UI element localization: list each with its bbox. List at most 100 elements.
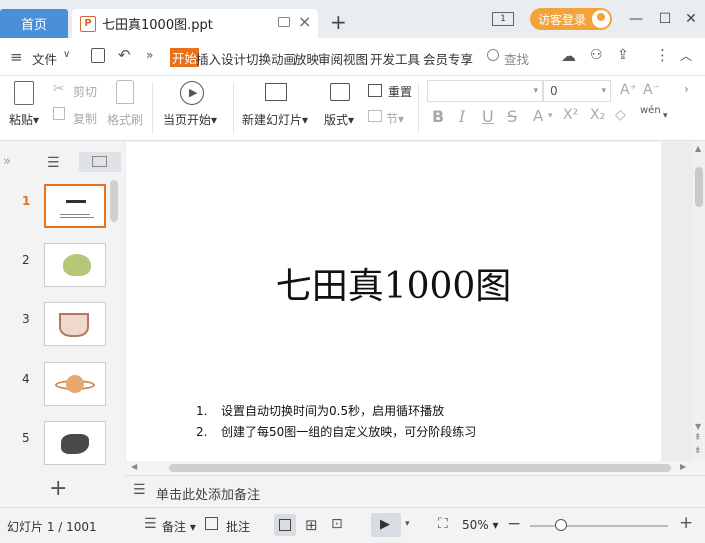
strikethrough-icon[interactable]: S	[507, 107, 517, 126]
bold-icon[interactable]: B	[432, 107, 444, 126]
outline-view-icon[interactable]: ☰	[47, 155, 60, 171]
tab-review[interactable]: 审阅	[318, 49, 343, 68]
reset-icon[interactable]	[368, 84, 382, 97]
tab-slideshow[interactable]: 放映	[294, 49, 319, 68]
fit-window-icon[interactable]: ⛶	[438, 516, 448, 532]
slide-thumbnail-1[interactable]	[44, 184, 106, 228]
vertical-scrollbar[interactable]: ▲ ▼ ⇞ ⇟	[693, 142, 705, 461]
reset-button[interactable]: 重置	[388, 83, 412, 100]
minimize-icon[interactable]: —	[625, 8, 647, 30]
guest-login-button[interactable]: 访客登录	[530, 8, 612, 30]
comment-icon[interactable]	[205, 517, 218, 530]
slide-canvas[interactable]: 七田真1000图 1. 设置自动切换时间为0.5秒，启用循环播放 2. 创建了每50…	[126, 142, 661, 461]
horizontal-scroll-thumb[interactable]	[169, 464, 671, 472]
next-slide-icon[interactable]: ⇟	[694, 446, 702, 456]
shrink-font-icon[interactable]: A⁻	[643, 82, 660, 98]
hamburger-icon[interactable]: ≡	[10, 48, 23, 66]
close-tab-icon[interactable]: ×	[298, 12, 311, 31]
grow-font-icon[interactable]: A⁺	[620, 82, 637, 98]
search-label[interactable]: 查找	[504, 49, 529, 68]
layout-button[interactable]: 版式▾	[324, 111, 354, 128]
subscript-icon[interactable]: X₂	[590, 107, 605, 123]
cloud-icon[interactable]: ☁	[561, 47, 576, 65]
chevron-down-icon[interactable]: ▾	[548, 111, 553, 121]
superscript-icon[interactable]: X²	[563, 107, 578, 123]
eraser-icon[interactable]: ◇	[615, 107, 626, 123]
save-icon[interactable]	[91, 48, 105, 63]
layout-icon[interactable]	[330, 83, 350, 101]
notes-toggle-button[interactable]: 备注 ▾	[162, 518, 196, 535]
section-button[interactable]: 节▾	[386, 110, 404, 127]
cut-button[interactable]: 剪切	[73, 83, 97, 100]
chevron-down-icon[interactable]: ▾	[405, 519, 410, 529]
copy-button[interactable]: 复制	[73, 110, 97, 127]
scroll-ribbon-right-icon[interactable]: ›	[684, 82, 689, 96]
slide-thumbnail-4[interactable]	[44, 362, 106, 406]
horizontal-scrollbar[interactable]: ◀ ▶	[125, 461, 693, 475]
slide-thumbnail-5[interactable]	[44, 421, 106, 465]
prev-slide-icon[interactable]: ⇞	[694, 433, 702, 443]
chevron-down-icon[interactable]: ▾	[663, 111, 668, 121]
slide-body[interactable]: 1. 设置自动切换时间为0.5秒，启用循环播放 2. 创建了每50图一组的自定义放映…	[196, 401, 476, 443]
new-tab-button[interactable]: +	[330, 12, 347, 32]
italic-icon[interactable]: I	[459, 107, 465, 126]
paste-button[interactable]: 粘贴▾	[9, 111, 39, 128]
maximize-icon[interactable]: ☐	[654, 8, 676, 30]
home-tab[interactable]: 首页	[0, 9, 68, 38]
font-color-icon[interactable]: A	[533, 107, 543, 125]
paste-icon[interactable]	[14, 81, 34, 105]
file-menu[interactable]: 文件	[32, 49, 57, 68]
scroll-left-icon[interactable]: ◀	[131, 462, 137, 471]
scroll-up-icon[interactable]: ▲	[695, 144, 701, 153]
notes-toggle-icon[interactable]: ☰	[144, 516, 157, 532]
export-icon[interactable]: ⇪	[617, 47, 629, 63]
tab-insert[interactable]: 插入	[196, 49, 221, 68]
grid-view-icon[interactable]: ⊞	[305, 516, 318, 534]
scroll-right-icon[interactable]: ▶	[680, 462, 686, 471]
zoom-level[interactable]: 50% ▾	[462, 518, 499, 532]
normal-view-button[interactable]	[274, 514, 296, 536]
tab-developer[interactable]: 开发工具	[370, 49, 420, 68]
more-tools-icon[interactable]: »	[146, 48, 153, 62]
vertical-scroll-thumb[interactable]	[695, 167, 703, 207]
slide-thumbnail-3[interactable]	[44, 302, 106, 346]
slideshow-button[interactable]: ▶	[371, 513, 401, 537]
undo-icon[interactable]: ↶	[118, 46, 131, 64]
tab-animation[interactable]: 动画	[271, 49, 296, 68]
new-slide-button[interactable]: 新建幻灯片▾	[242, 111, 308, 128]
notes-area[interactable]: ☰ 单击此处添加备注	[125, 475, 705, 507]
format-painter-button[interactable]: 格式刷	[107, 111, 143, 128]
more-options-icon[interactable]: ⋮	[655, 46, 670, 64]
chevron-down-icon[interactable]: ∨	[63, 49, 70, 60]
thumbnail-scrollbar[interactable]	[110, 180, 118, 222]
new-slide-icon[interactable]	[265, 83, 287, 101]
zoom-slider[interactable]	[530, 525, 668, 527]
document-tab[interactable]: P 七田真1000图.ppt ×	[72, 9, 318, 38]
slide-title[interactable]: 七田真1000图	[126, 257, 661, 309]
expand-panel-icon[interactable]: »	[3, 154, 11, 169]
zoom-out-icon[interactable]: −	[507, 514, 521, 534]
collapse-ribbon-icon[interactable]: ︿	[680, 47, 692, 64]
pinyin-icon[interactable]: wén	[640, 105, 661, 116]
comments-button[interactable]: 批注	[226, 518, 250, 535]
tab-member[interactable]: 会员专享	[423, 49, 473, 68]
notes-placeholder[interactable]: 单击此处添加备注	[156, 484, 260, 503]
tab-view[interactable]: 视图	[343, 49, 368, 68]
tab-transition[interactable]: 切换	[246, 49, 271, 68]
play-from-current-button[interactable]: 当页开始▾	[163, 111, 217, 128]
scroll-down-icon[interactable]: ▼	[695, 422, 701, 431]
tab-design[interactable]: 设计	[221, 49, 246, 68]
add-slide-icon[interactable]: +	[49, 476, 67, 501]
font-name-combo[interactable]: ▾	[427, 80, 543, 102]
underline-icon[interactable]: U	[482, 107, 494, 126]
share-user-icon[interactable]: ⚇	[590, 47, 603, 63]
tab-start[interactable]: 开始	[170, 48, 200, 67]
close-window-icon[interactable]: ✕	[680, 8, 702, 30]
reading-view-icon[interactable]: ⊡	[331, 516, 343, 532]
search-icon[interactable]	[487, 49, 499, 61]
zoom-slider-thumb[interactable]	[555, 519, 567, 531]
font-size-combo[interactable]: 0 ▾	[543, 80, 611, 102]
monitor-icon[interactable]	[278, 17, 290, 27]
zoom-in-icon[interactable]: +	[679, 513, 693, 533]
window-count-icon[interactable]: 1	[492, 12, 514, 26]
